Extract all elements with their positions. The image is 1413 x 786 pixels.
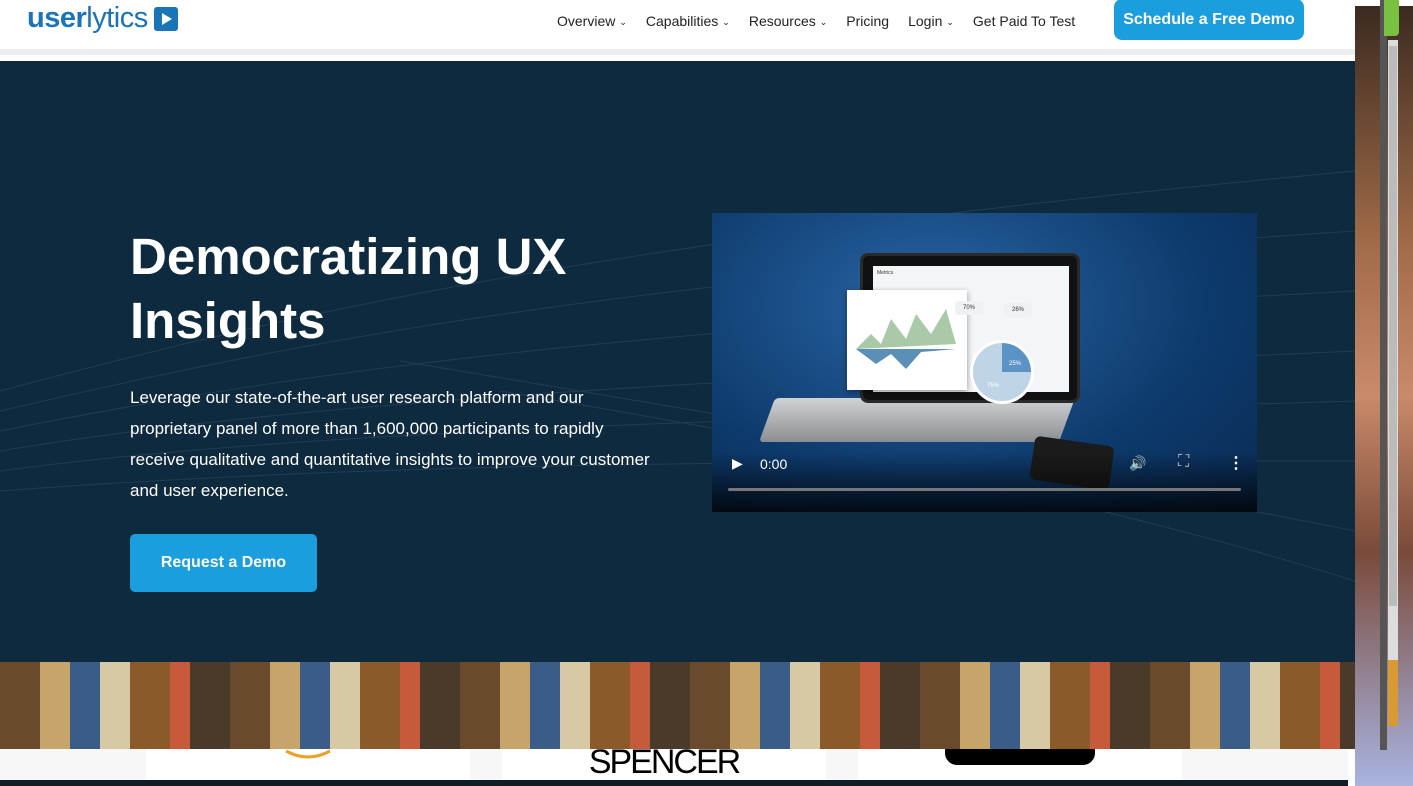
more-options-icon[interactable]: ⋮ <box>1228 453 1244 473</box>
asos-logo <box>945 749 1095 765</box>
asos-logo-card <box>858 749 1182 780</box>
market-boats-photo <box>0 662 1355 749</box>
video-screen-title: Metrics <box>877 270 894 276</box>
green-tab <box>1384 0 1399 36</box>
site-header: user lytics Overview ⌄ Capabilities ⌄ Resou… <box>0 0 1355 55</box>
hero-description: Leverage our state-of-the-art user resea… <box>130 388 650 500</box>
pie-label: 25% <box>1009 361 1022 367</box>
nav-label: Login <box>908 13 943 29</box>
pie-label: 75% <box>987 383 1000 389</box>
pie-chart-image: 25% 75% <box>970 340 1034 404</box>
stat-chip: 26% <box>1004 303 1033 317</box>
request-demo-button[interactable]: Request a Demo <box>130 534 317 592</box>
chevron-down-icon: ⌄ <box>819 17 828 27</box>
nav-get-paid[interactable]: Get Paid To Test <box>973 13 1075 29</box>
spencer-logo-text: SPENCER <box>588 749 741 780</box>
scrollbar-thumb[interactable] <box>1389 46 1397 606</box>
nav-login[interactable]: Login ⌄ <box>908 13 954 29</box>
video-time: 0:00 <box>760 456 788 472</box>
chevron-down-icon: ⌄ <box>722 17 730 27</box>
nav-label: Get Paid To Test <box>972 13 1076 29</box>
video-player[interactable]: Metrics 70% 26% 25% 75% ▶ 0:00 🔊 ⛶ ⋮ <box>712 213 1257 512</box>
play-icon[interactable]: ▶ <box>732 455 743 472</box>
hero-title: Democratizing UX Insights <box>130 228 567 349</box>
bottom-bar <box>0 780 1348 786</box>
userlytics-logo[interactable]: user lytics <box>27 2 178 35</box>
nav-label: Pricing <box>846 13 890 29</box>
marks-spencer-logo-card: SPENCER <box>502 749 826 780</box>
video-controls <box>712 452 1257 512</box>
nav-label: Resources <box>748 13 816 29</box>
window-edge <box>1380 0 1387 750</box>
video-progress-bar[interactable] <box>728 488 1241 491</box>
nav-label: Overview <box>557 13 616 29</box>
nav-pricing[interactable]: Pricing <box>846 13 889 29</box>
laptop-base-image <box>758 398 1076 442</box>
hero-section: Democratizing UX Insights Leverage our s… <box>0 61 1355 662</box>
client-logos-strip: SPENCER <box>0 749 1348 780</box>
chevron-down-icon: ⌄ <box>946 17 954 27</box>
logo-text-bold: user <box>27 2 87 34</box>
stat-chip: 70% <box>955 301 984 315</box>
nav-label: Capabilities <box>645 13 719 29</box>
fullscreen-icon[interactable]: ⛶ <box>1178 453 1189 471</box>
main-nav: Overview ⌄ Capabilities ⌄ Resources ⌄ Prici… <box>557 13 1075 29</box>
volume-icon[interactable]: 🔊 <box>1129 455 1146 472</box>
nav-capabilities[interactable]: Capabilities ⌄ <box>646 13 730 29</box>
stat-value: 26% <box>1012 307 1025 313</box>
nav-overview[interactable]: Overview ⌄ <box>557 13 627 29</box>
stat-value: 70% <box>963 305 976 311</box>
logo-text-light: lytics <box>86 2 148 34</box>
scrollbar[interactable] <box>1388 40 1398 726</box>
amazon-smile-icon <box>285 749 331 759</box>
schedule-demo-button[interactable]: Schedule a Free Demo <box>1114 0 1304 40</box>
play-logo-icon <box>153 6 178 31</box>
chevron-down-icon: ⌄ <box>619 17 627 27</box>
nav-resources[interactable]: Resources ⌄ <box>749 13 827 29</box>
amazon-logo-card <box>146 749 470 780</box>
scrollbar-marker <box>1388 660 1398 726</box>
chart-panel-image <box>847 290 967 390</box>
